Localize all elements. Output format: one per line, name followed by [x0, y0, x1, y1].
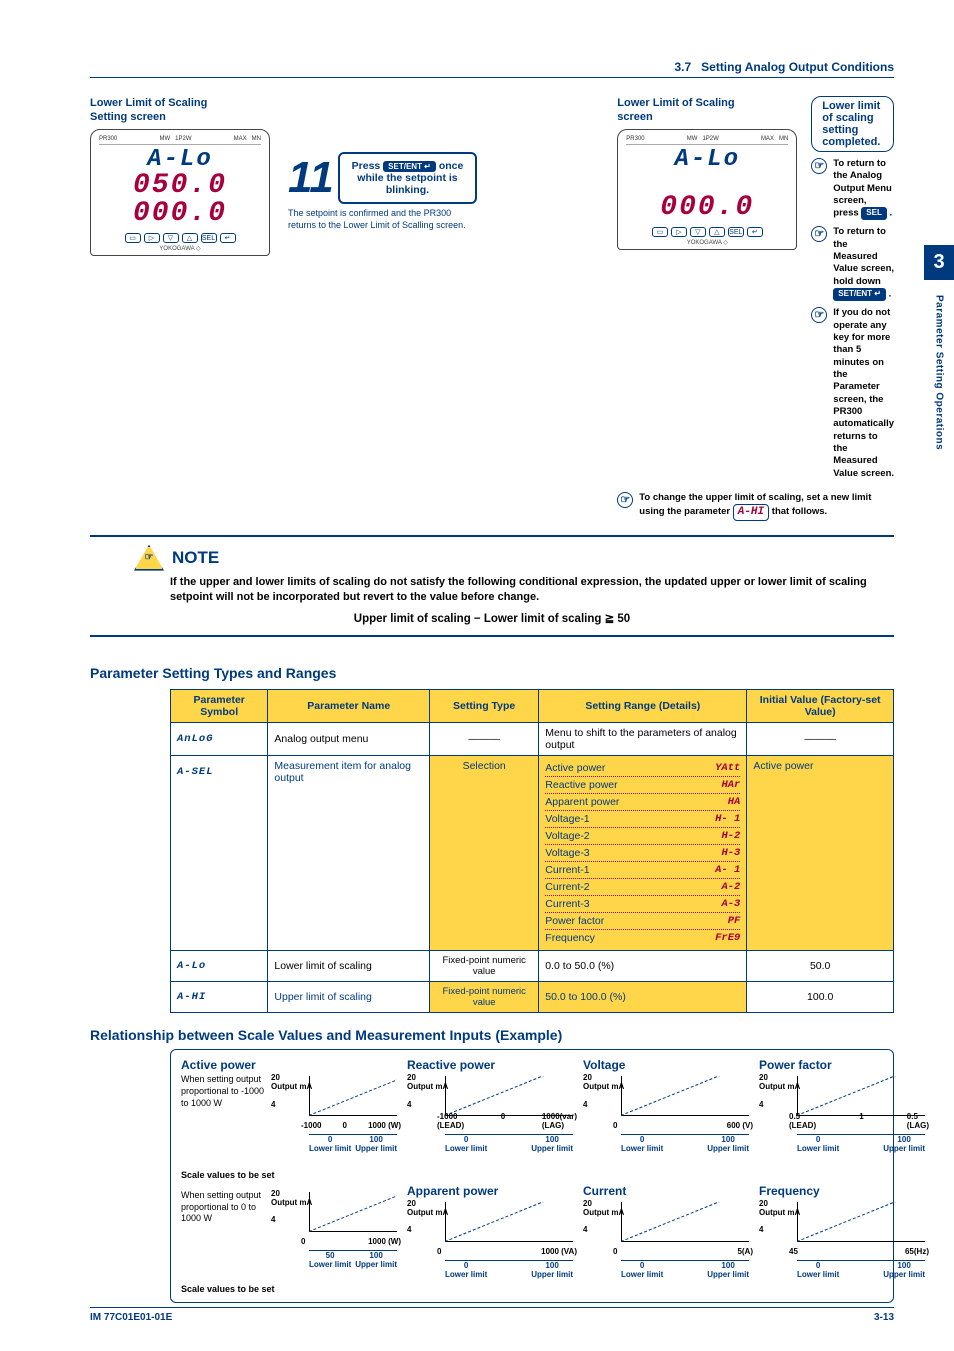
range-option: Power factorPF: [545, 913, 740, 930]
instruction-box: Press SET/ENT ↵ once while the setpoint …: [338, 152, 478, 204]
chapter-number: 3: [924, 245, 954, 280]
range-option: Voltage-3H-3: [545, 845, 740, 862]
side-tab: 3 Parameter Setting Operations: [924, 245, 954, 463]
table-row: A-SEL Measurement item for analog output…: [171, 756, 894, 951]
disp-icon: ▭: [125, 233, 141, 243]
setent-icon: ↵: [220, 233, 236, 243]
section-header: 3.7 Setting Analog Output Conditions: [90, 60, 894, 78]
th-name: Parameter Name: [268, 690, 430, 723]
th-init: Initial Value (Factory-set Value): [747, 690, 894, 723]
page-number: 3-13: [874, 1312, 894, 1323]
range-option: Reactive powerHAr: [545, 777, 740, 794]
graph-active-2: 20Output mA4 01000 (W): [271, 1190, 401, 1250]
doc-id: IM 77C01E01-01E: [90, 1312, 172, 1323]
seg-line2: 050.0: [99, 172, 261, 200]
down-icon: ▽: [163, 233, 179, 243]
range-option: Apparent powerHA: [545, 794, 740, 811]
seg-line3: 000.0: [99, 200, 261, 228]
hand-icon: ☞: [811, 226, 827, 242]
th-symbol: Parameter Symbol: [171, 690, 268, 723]
completed-box: Lower limit of scaling setting completed…: [811, 96, 894, 152]
graph-reactive: 20Output mA4 -1000(LEAD)01000(var)(LAG): [407, 1074, 577, 1134]
range-option: Current-2A-2: [545, 879, 740, 896]
step-number: 11: [288, 156, 334, 200]
tip-2: ☞ To return to the Measured Value screen…: [811, 226, 894, 301]
th-type: Setting Type: [430, 690, 539, 723]
right-block: Lower Limit of Scaling screen PR300MW 1P…: [617, 96, 894, 527]
graph-panel: Active power When setting output proport…: [170, 1049, 894, 1302]
table-row: A-HI Upper limit of scaling Fixed-point …: [171, 982, 894, 1013]
note-text: If the upper and lower limits of scaling…: [170, 575, 894, 606]
range-option: Active powerYAtt: [545, 760, 740, 777]
param-table: Parameter Symbol Parameter Name Setting …: [170, 689, 894, 1013]
step-note: The setpoint is confirmed and the PR300 …: [288, 208, 477, 231]
graph-active-1: 20Output mA4 -100001000 (W): [271, 1074, 401, 1134]
change-upper-tip: ☞ To change the upper limit of scaling, …: [617, 492, 894, 521]
hand-icon: ☞: [811, 307, 827, 323]
graph-pf: 20Output mA4 0.5(LEAD)10.5(LAG): [759, 1074, 929, 1134]
device-right: PR300MW 1P2WMAX MN A-Lo 000.0 ▭▷▽△SEL↵ Y…: [617, 129, 797, 250]
tip-1: ☞ To return to the Analog Output Menu sc…: [811, 158, 894, 220]
warning-icon: ☞: [134, 545, 164, 571]
range-option: Voltage-2H-2: [545, 828, 740, 845]
sel-icon: SEL: [201, 233, 217, 243]
left-block: Lower Limit of Scaling Setting screen PR…: [90, 96, 477, 527]
note-block: ☞ NOTE If the upper and lower limits of …: [90, 535, 894, 638]
graph-voltage: 20Output mA4 0600 (V): [583, 1074, 753, 1134]
left-title: Lower Limit of Scaling Setting screen: [90, 96, 477, 125]
hand-icon: ☞: [617, 492, 633, 508]
section-number: 3.7: [674, 60, 691, 74]
range-option: Voltage-1H- 1: [545, 811, 740, 828]
section-title: Setting Analog Output Conditions: [701, 60, 894, 74]
relationship-title: Relationship between Scale Values and Me…: [90, 1027, 894, 1043]
device-buttons: ▭ ▷ ▽ △ SEL ↵: [99, 233, 261, 243]
setent-key: SET/ENT ↵: [383, 161, 436, 172]
graph-freq: 20Output mA4 4565(Hz): [759, 1200, 929, 1260]
right-icon: ▷: [144, 233, 160, 243]
right-title: Lower Limit of Scaling screen: [617, 96, 797, 125]
param-section-title: Parameter Setting Types and Ranges: [90, 665, 894, 681]
hand-icon: ☞: [811, 158, 827, 174]
range-option: Current-3A-3: [545, 896, 740, 913]
device-left: PR300MW 1P2WMAX MN A-Lo 050.0 000.0 ▭ ▷ …: [90, 129, 270, 256]
range-option: FrequencyFrE9: [545, 930, 740, 946]
up-icon: △: [182, 233, 198, 243]
note-formula: Upper limit of scaling − Lower limit of …: [90, 611, 894, 625]
range-option: Current-1A- 1: [545, 862, 740, 879]
note-title: NOTE: [172, 548, 219, 568]
th-range: Setting Range (Details): [539, 690, 747, 723]
seg-line1: A-Lo: [99, 148, 261, 172]
table-row: A-Lo Lower limit of scaling Fixed-point …: [171, 951, 894, 982]
page-footer: IM 77C01E01-01E 3-13: [90, 1307, 894, 1323]
tip-3: ☞ If you do not operate any key for more…: [811, 307, 894, 480]
table-row: AnLoG Analog output menu ——— Menu to shi…: [171, 723, 894, 756]
graph-current: 20Output mA4 05(A): [583, 1200, 753, 1260]
side-label: Parameter Setting Operations: [934, 280, 945, 460]
graph-apparent: 20Output mA4 01000 (VA): [407, 1200, 577, 1260]
